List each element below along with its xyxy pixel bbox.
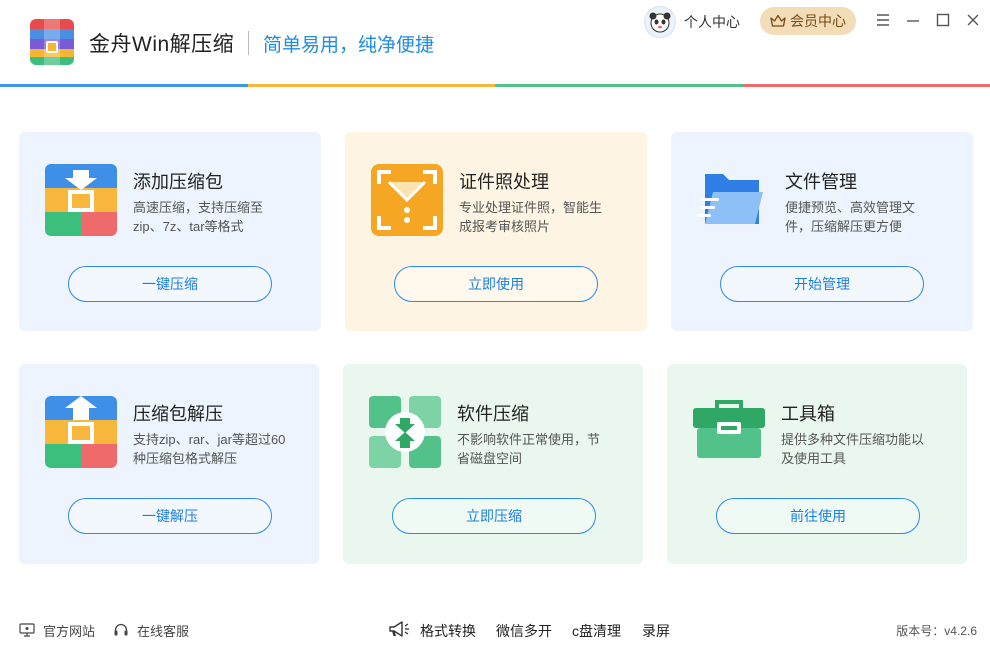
official-website-label: 官方网站 [43,623,96,639]
vip-center-label: 会员中心 [790,13,846,29]
card-title: 压缩包解压 [133,404,223,424]
card-add-archive: 添加压缩包 高速压缩，支持压缩至zip、7z、tar等格式 一键压缩 [19,132,321,331]
version-label: 版本号：v4.2.6 [896,624,977,638]
compress-now-button[interactable]: 立即压缩 [392,498,596,534]
card-title: 软件压缩 [457,404,529,424]
card-toolbox: 工具箱 提供多种文件压缩功能以及使用工具 前往使用 [667,364,967,564]
accent-color-line [0,84,990,87]
vip-center-button[interactable]: 会员中心 [760,7,856,35]
title-divider [248,31,249,55]
card-description: 支持zip、rar、jar等超过60种压缩包格式解压 [133,432,286,466]
megaphone-icon [388,620,410,638]
zip-extract-icon [45,396,117,468]
official-website-link[interactable]: 官方网站 [19,621,95,639]
online-service-link[interactable]: 在线客服 [113,621,189,639]
menu-icon[interactable] [875,12,891,28]
wechat-multi-open-link[interactable]: 微信多开 [496,621,552,641]
one-click-compress-button[interactable]: 一键压缩 [68,266,272,302]
go-use-button[interactable]: 前往使用 [716,498,920,534]
app-logo-icon [30,19,74,65]
card-file-manage: 文件管理 便捷预览、高效管理文件，压缩解压更方便 开始管理 [671,132,973,331]
folder-icon [697,164,769,236]
maximize-icon[interactable] [935,12,951,28]
card-title: 工具箱 [781,404,835,424]
one-click-extract-button[interactable]: 一键解压 [68,498,272,534]
card-description: 便捷预览、高效管理文件，压缩解压更方便 [785,200,916,234]
title-bar: 金舟Win解压缩 简单易用，纯净便捷 个人中心 会员中心 [0,0,990,84]
c-drive-clean-link[interactable]: c盘清理 [572,621,621,641]
zip-add-icon [45,164,117,236]
toolbox-icon [693,396,765,468]
card-description: 高速压缩，支持压缩至zip、7z、tar等格式 [133,200,264,234]
close-icon[interactable] [965,12,981,28]
screen-record-link[interactable]: 录屏 [642,621,670,641]
card-title: 文件管理 [785,172,857,192]
color-segment-red [742,84,990,87]
card-software-compress: 软件压缩 不影响软件正常使用，节省磁盘空间 立即压缩 [343,364,643,564]
card-description: 提供多种文件压缩功能以及使用工具 [781,432,925,466]
user-center-button[interactable]: 个人中心 [644,6,740,38]
minimize-icon[interactable] [905,12,921,28]
color-segment-blue [0,84,248,87]
card-title: 证件照处理 [459,172,549,192]
start-manage-button[interactable]: 开始管理 [720,266,924,302]
use-now-button[interactable]: 立即使用 [394,266,598,302]
card-id-photo: 证件照处理 专业处理证件照，智能生成报考审核照片 立即使用 [345,132,647,331]
card-title: 添加压缩包 [133,172,223,192]
online-service-label: 在线客服 [137,623,190,639]
app-title: 金舟Win解压缩 [89,33,235,56]
crown-icon [770,14,786,27]
software-compress-icon [369,396,441,468]
monitor-icon [19,623,35,637]
avatar-icon [644,6,676,38]
id-photo-icon [371,164,443,236]
card-extract-archive: 压缩包解压 支持zip、rar、jar等超过60种压缩包格式解压 一键解压 [19,364,319,564]
color-segment-green [495,84,743,87]
color-segment-yellow [247,84,495,87]
card-description: 专业处理证件照，智能生成报考审核照片 [459,200,603,234]
slogan: 简单易用，纯净便捷 [263,35,435,56]
user-center-label: 个人中心 [684,14,740,30]
headset-icon [114,623,128,636]
card-description: 不影响软件正常使用，节省磁盘空间 [457,432,601,466]
format-convert-link[interactable]: 格式转换 [420,621,476,641]
